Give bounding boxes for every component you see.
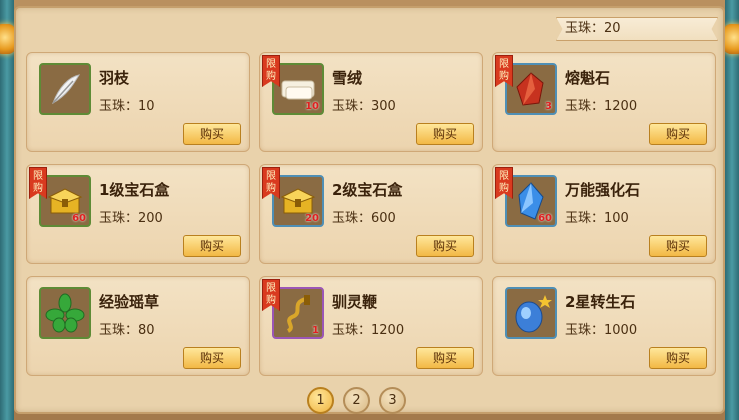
currency-display: 玉珠：20	[556, 17, 718, 41]
shop-window: 玉珠：20 羽枝 玉珠：10 购买 10 限购 雪绒 玉珠：300 购买 3 限购 熔魁石 玉珠：12…	[0, 0, 739, 420]
item-icon-slot[interactable]	[505, 287, 557, 339]
shop-item-card: 2星转生石玉珠：1000 购买	[492, 276, 716, 376]
item-name: 雪绒	[332, 69, 363, 87]
price-label: 玉珠：	[99, 99, 139, 114]
price-label: 玉珠：	[565, 323, 605, 338]
price-value: 200	[138, 211, 163, 226]
item-price: 玉珠：1000	[565, 319, 637, 338]
shop-item-card: 20 限购 2级宝石盒玉珠：600 购买	[259, 164, 483, 264]
limited-badge: 限购	[495, 55, 513, 87]
buy-button[interactable]: 购买	[183, 123, 241, 145]
shop-item-card: 羽枝玉珠：10 购买	[26, 52, 250, 152]
shop-item-card: 1 限购 驯灵鞭玉珠：1200 购买	[259, 276, 483, 376]
price-label: 玉珠：	[332, 211, 372, 226]
item-price: 玉珠：1200	[565, 95, 637, 114]
page-button-1[interactable]: 1	[307, 387, 334, 414]
item-name: 2星转生石	[565, 293, 636, 311]
price-value: 10	[138, 99, 155, 114]
shop-item-card: 3 限购 熔魁石玉珠：1200 购买	[492, 52, 716, 152]
item-price: 玉珠：600	[332, 207, 396, 226]
price-value: 80	[138, 323, 155, 338]
right-pillar	[725, 0, 739, 420]
lantern-icon	[723, 24, 739, 54]
currency-label: 玉珠：	[565, 21, 605, 36]
price-label: 玉珠：	[565, 99, 605, 114]
buy-button[interactable]: 购买	[649, 123, 707, 145]
shop-item-card: 经验瑶草玉珠：80 购买	[26, 276, 250, 376]
currency-value: 20	[604, 21, 621, 36]
item-name: 驯灵鞭	[332, 293, 378, 311]
price-label: 玉珠：	[332, 99, 372, 114]
shop-item-card: 60 限购 1级宝石盒玉珠：200 购买	[26, 164, 250, 264]
buy-button[interactable]: 购买	[183, 347, 241, 369]
item-price: 玉珠：1200	[332, 319, 404, 338]
item-name: 1级宝石盒	[99, 181, 170, 199]
feather-icon	[41, 65, 89, 113]
buy-button[interactable]: 购买	[416, 123, 474, 145]
limited-badge: 限购	[262, 55, 280, 87]
item-price: 玉珠：10	[99, 95, 155, 114]
item-name: 经验瑶草	[99, 293, 160, 311]
shop-item-card: 10 限购 雪绒玉珠：300 购买	[259, 52, 483, 152]
left-pillar	[0, 0, 14, 420]
item-icon-slot[interactable]	[39, 63, 91, 115]
limited-badge: 限购	[262, 279, 280, 311]
item-name: 羽枝	[99, 69, 130, 87]
item-price: 玉珠：100	[565, 207, 629, 226]
price-label: 玉珠：	[332, 323, 372, 338]
price-label: 玉珠：	[99, 211, 139, 226]
item-quantity: 1	[312, 325, 319, 336]
buy-button[interactable]: 购买	[649, 347, 707, 369]
buy-button[interactable]: 购买	[183, 235, 241, 257]
item-icon-slot[interactable]	[39, 287, 91, 339]
item-quantity: 20	[305, 213, 319, 224]
herb-icon	[41, 289, 89, 337]
item-name: 万能强化石	[565, 181, 641, 199]
price-value: 1000	[604, 323, 638, 338]
item-name: 熔魁石	[565, 69, 611, 87]
price-value: 1200	[604, 99, 638, 114]
limited-badge: 限购	[495, 167, 513, 199]
item-quantity: 10	[305, 101, 319, 112]
item-quantity: 3	[545, 101, 552, 112]
page-button-2[interactable]: 2	[343, 387, 370, 414]
item-name: 2级宝石盒	[332, 181, 403, 199]
price-value: 300	[371, 99, 396, 114]
shop-item-card: 60 限购 万能强化石玉珠：100 购买	[492, 164, 716, 264]
buy-button[interactable]: 购买	[416, 347, 474, 369]
buy-button[interactable]: 购买	[649, 235, 707, 257]
item-price: 玉珠：80	[99, 319, 155, 338]
page-button-3[interactable]: 3	[379, 387, 406, 414]
price-value: 100	[604, 211, 629, 226]
price-value: 600	[371, 211, 396, 226]
limited-badge: 限购	[29, 167, 47, 199]
price-label: 玉珠：	[565, 211, 605, 226]
limited-badge: 限购	[262, 167, 280, 199]
rebirth-stone-icon	[507, 289, 555, 337]
price-value: 1200	[371, 323, 405, 338]
item-quantity: 60	[538, 213, 552, 224]
price-label: 玉珠：	[99, 323, 139, 338]
item-price: 玉珠：300	[332, 95, 396, 114]
item-price: 玉珠：200	[99, 207, 163, 226]
pagination: 123	[307, 387, 406, 414]
buy-button[interactable]: 购买	[416, 235, 474, 257]
item-quantity: 60	[72, 213, 86, 224]
